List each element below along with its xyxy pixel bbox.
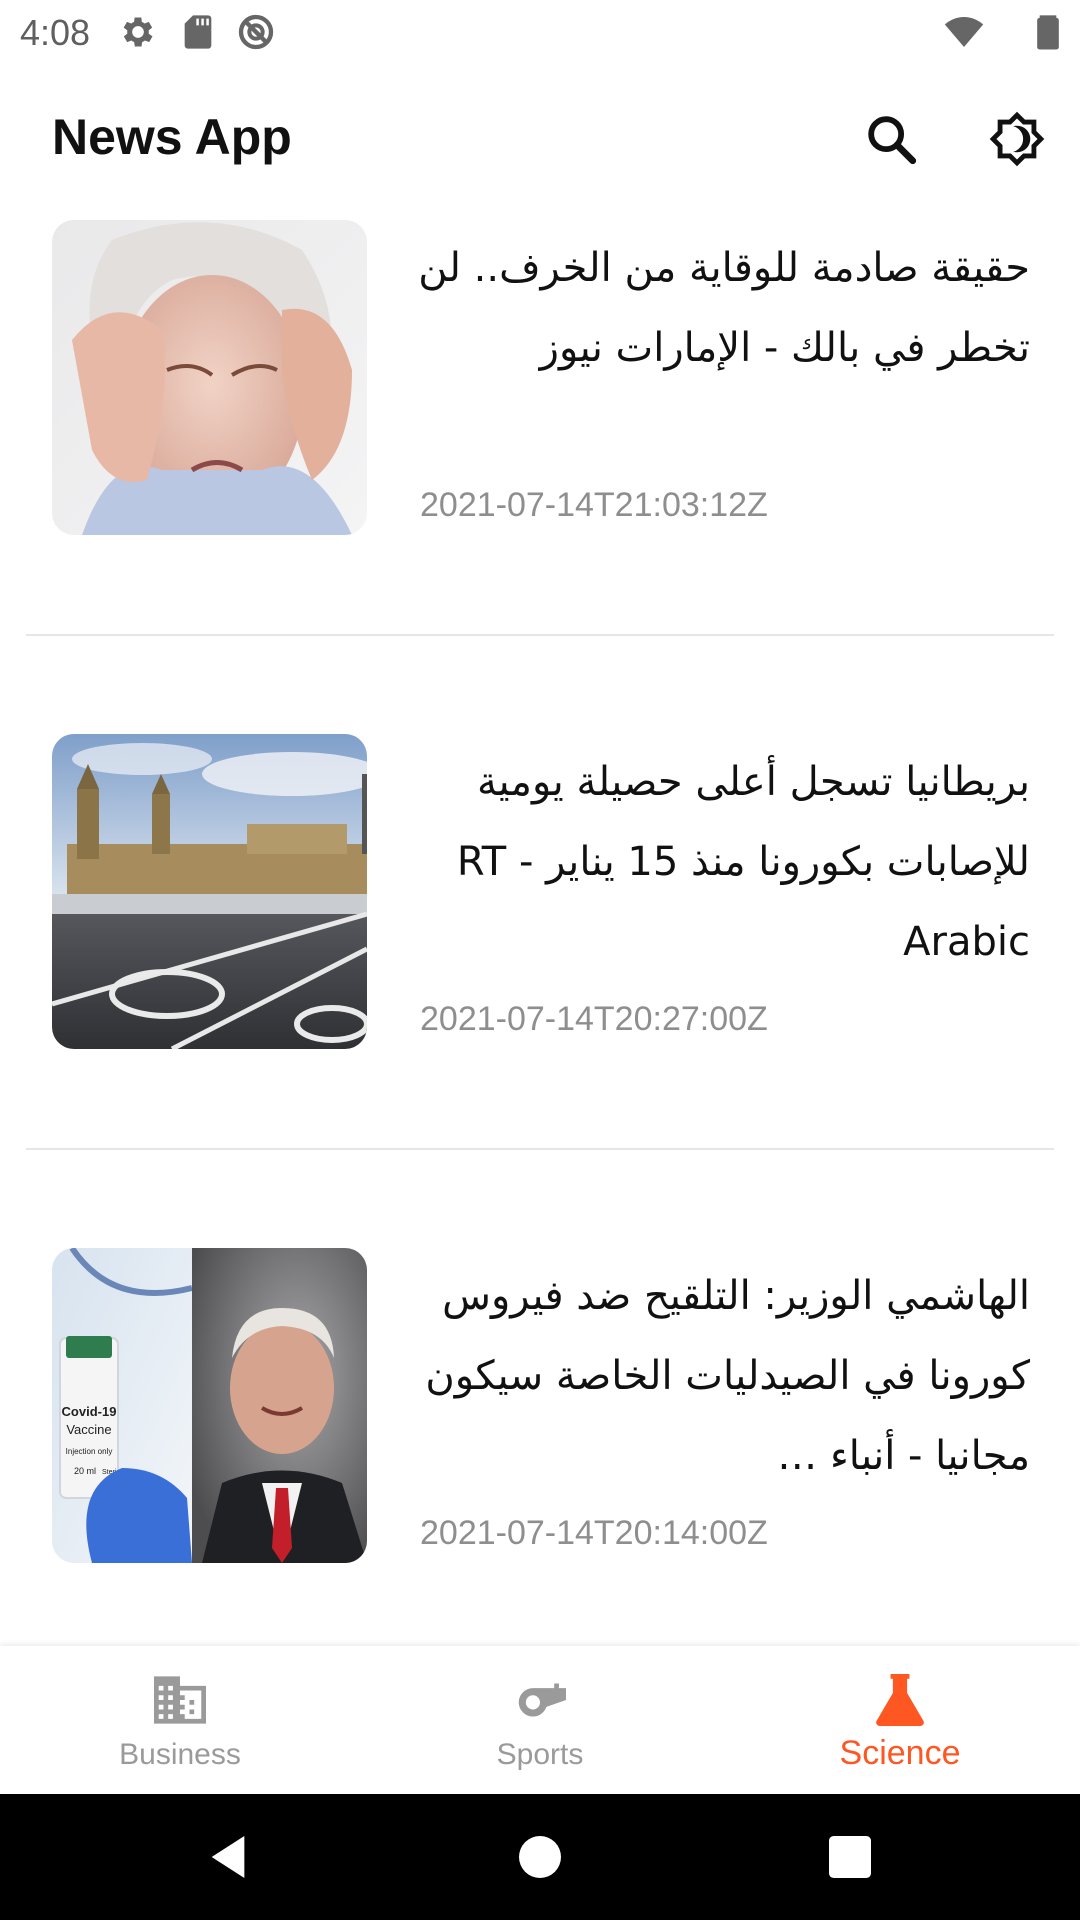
app-title: News App: [52, 109, 292, 165]
status-time: 4:08: [20, 12, 91, 53]
article-thumbnail: [52, 220, 367, 535]
app-bar: News App: [0, 64, 1080, 214]
vaccine-label-line2: Vaccine: [66, 1422, 111, 1437]
system-navigation-bar: [0, 1794, 1080, 1920]
article-thumbnail: [52, 734, 367, 1049]
recents-icon[interactable]: [822, 1829, 878, 1885]
news-item[interactable]: Covid-19 Vaccine Injection only 20 ml St…: [0, 1242, 1080, 1646]
nav-label-sports: Sports: [496, 1738, 584, 1771]
news-list: حقيقة صادمة للوقاية من الخرف.. لن تخطر ف…: [0, 214, 1080, 1646]
news-item[interactable]: بريطانيا تسجل أعلى حصيلة يومية للإصابات …: [0, 728, 1080, 1242]
nav-item-science[interactable]: Science: [720, 1646, 1080, 1794]
nav-item-sports[interactable]: Sports: [360, 1646, 720, 1794]
gear-icon: [118, 12, 158, 52]
nav-label-business: Business: [119, 1738, 241, 1771]
bottom-navigation: Business Sports Science: [0, 1646, 1080, 1794]
article-title: بريطانيا تسجل أعلى حصيلة يومية للإصابات …: [456, 759, 1030, 965]
back-icon[interactable]: [200, 1829, 256, 1885]
article-date: 2021-07-14T20:14:00Z: [420, 1514, 768, 1552]
theme-toggle-icon: [989, 111, 1045, 167]
flask-icon: [870, 1674, 930, 1726]
wifi-icon: [944, 12, 984, 52]
article-thumbnail: Covid-19 Vaccine Injection only 20 ml St…: [52, 1248, 367, 1563]
no-disturb-icon: [236, 12, 276, 52]
article-date: 2021-07-14T20:27:00Z: [420, 1000, 768, 1038]
article-date: 2021-07-14T21:03:12Z: [420, 486, 768, 524]
theme-toggle-button[interactable]: [982, 104, 1052, 174]
nav-item-business[interactable]: Business: [0, 1646, 360, 1794]
search-button[interactable]: [856, 104, 926, 174]
vaccine-label-line1: Covid-19: [62, 1404, 117, 1419]
vaccine-label-line4: 20 ml: [74, 1466, 96, 1476]
article-title: الهاشمي الوزير: التلقيح ضد فيروس كورونا …: [425, 1273, 1030, 1479]
home-icon[interactable]: [512, 1829, 568, 1885]
status-bar: 4:08: [0, 0, 1080, 64]
vaccine-label-line3: Injection only: [66, 1447, 113, 1456]
divider: [26, 1148, 1054, 1150]
news-item[interactable]: حقيقة صادمة للوقاية من الخرف.. لن تخطر ف…: [0, 214, 1080, 728]
nav-label-science: Science: [839, 1734, 961, 1772]
whistle-icon: [510, 1674, 570, 1726]
sd-card-icon: [178, 12, 218, 52]
search-icon: [868, 116, 917, 165]
building-icon: [150, 1674, 210, 1726]
article-title: حقيقة صادمة للوقاية من الخرف.. لن تخطر ف…: [418, 245, 1030, 371]
divider: [26, 634, 1054, 636]
battery-icon: [1028, 12, 1068, 52]
